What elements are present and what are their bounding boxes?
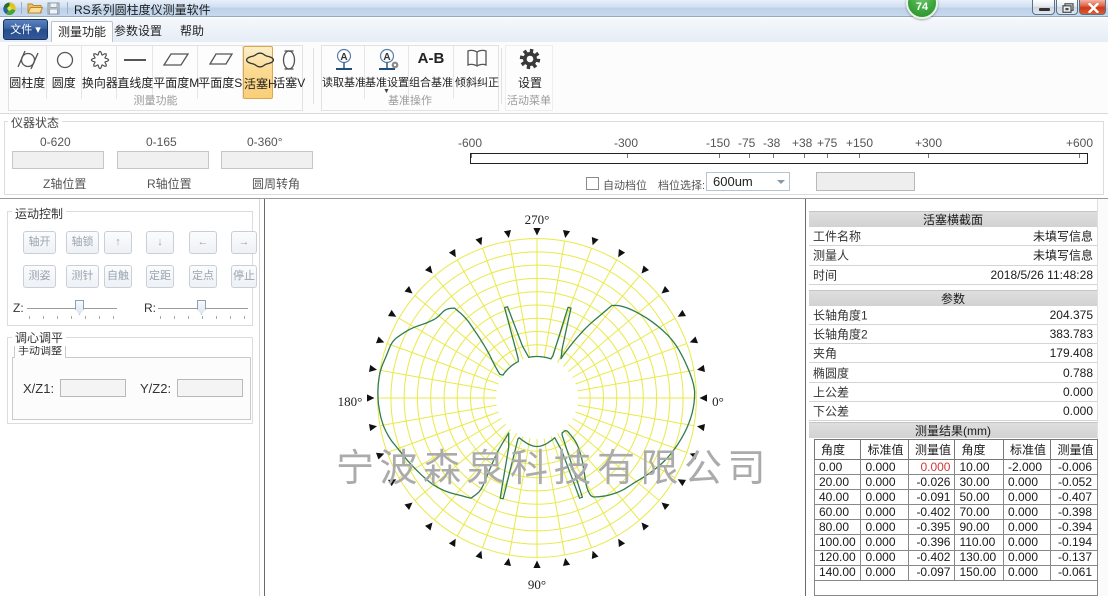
svg-text:0°: 0° [712, 394, 724, 409]
svg-text:270°: 270° [525, 212, 550, 227]
svg-text:A: A [340, 52, 347, 63]
svg-text:90°: 90° [528, 577, 546, 592]
svg-text:A: A [383, 52, 390, 63]
svg-text:180°: 180° [338, 394, 363, 409]
